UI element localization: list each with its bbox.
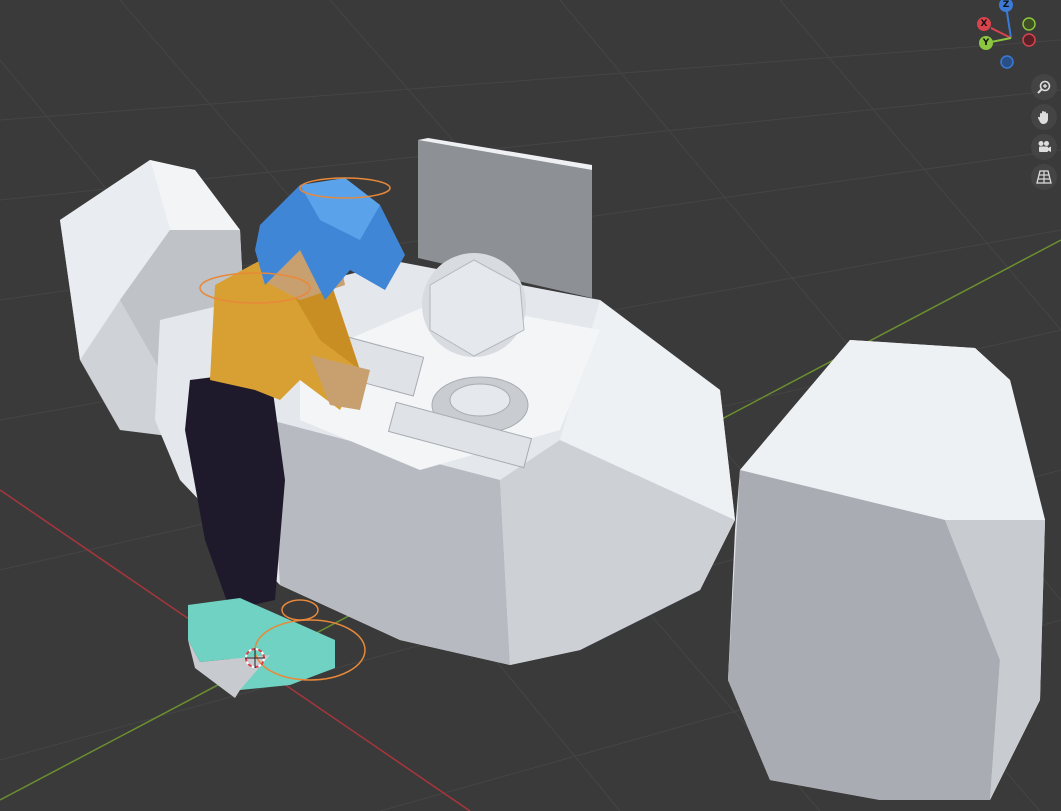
3d-viewport[interactable]: [0, 0, 1061, 811]
viewport-scene: [0, 0, 1061, 811]
perspective-toggle-button[interactable]: [1031, 164, 1057, 190]
zoom-icon: [1037, 80, 1051, 94]
camera-icon: [1038, 141, 1051, 152]
viewport-nav-tools: [1031, 74, 1059, 194]
gizmo-axes: [991, 5, 1036, 69]
hand-icon: [1037, 111, 1048, 124]
camera-view-button[interactable]: [1031, 134, 1057, 160]
zoom-button[interactable]: [1031, 74, 1057, 100]
gizmo-x-label[interactable]: X: [977, 17, 991, 31]
right-speaker-mesh[interactable]: [728, 340, 1045, 800]
3d-cursor-icon: [245, 648, 265, 668]
grid-icon: [1036, 170, 1052, 184]
gizmo-y-label[interactable]: Y: [979, 36, 993, 50]
navigation-gizmo[interactable]: Z X Y: [977, 0, 1061, 80]
pan-button[interactable]: [1031, 104, 1057, 130]
